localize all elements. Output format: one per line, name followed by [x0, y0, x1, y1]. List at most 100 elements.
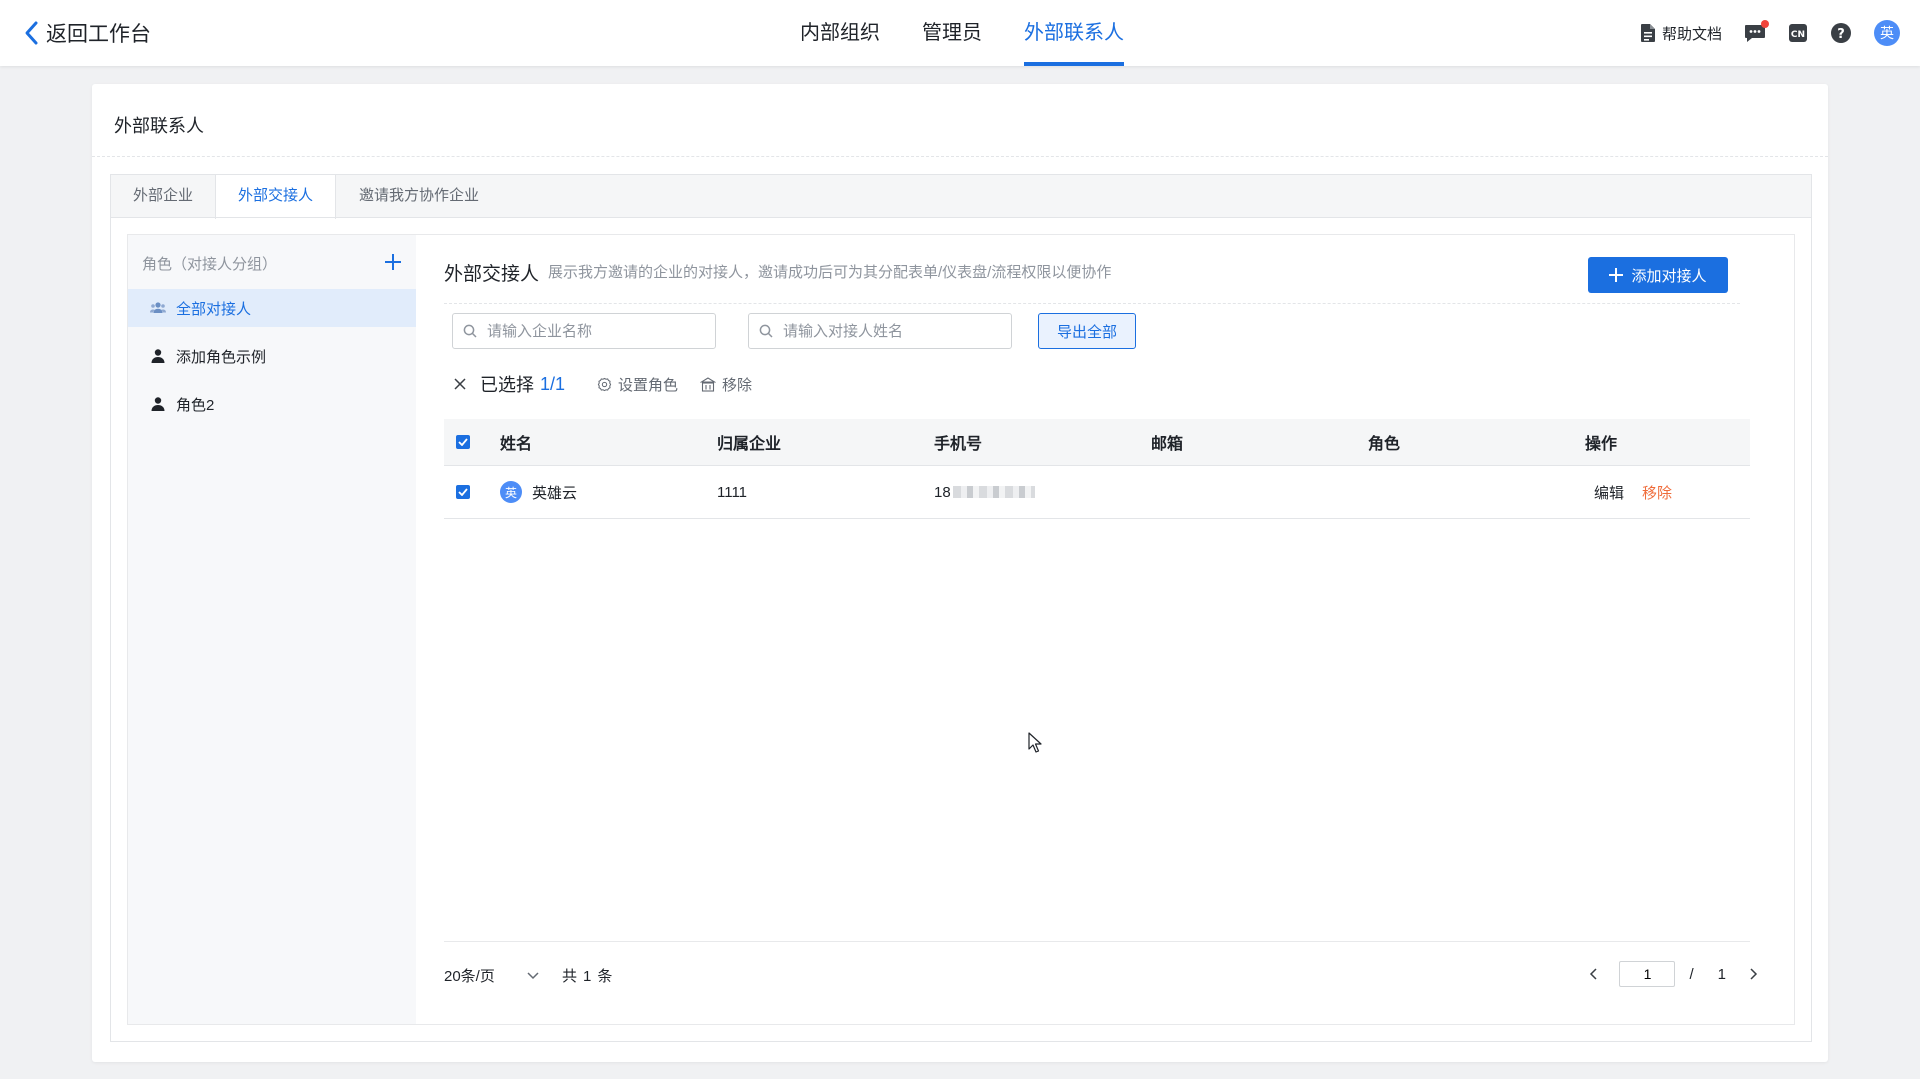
- tab-external-handovers[interactable]: 外部交接人: [215, 175, 337, 219]
- gear-icon: [597, 377, 612, 391]
- plus-icon: [1609, 268, 1624, 282]
- actions-cell: 编辑 移除: [1594, 466, 1672, 518]
- tab-body: 角色（对接人分组） 全部对接人 添加角色示例 角色2 外部交接人 展示我方邀请的…: [110, 217, 1812, 1042]
- chevron-down-icon: [527, 971, 539, 979]
- check-icon: [458, 438, 468, 446]
- column-email[interactable]: 邮箱: [1151, 419, 1183, 465]
- tab-external-companies[interactable]: 外部企业: [111, 175, 215, 217]
- selected-label: 已选择: [480, 375, 534, 395]
- help-doc-label: 帮助文档: [1661, 25, 1722, 43]
- back-label: 返回工作台: [46, 23, 151, 46]
- phone-masked: [952, 486, 1035, 498]
- chevron-left-icon: [25, 21, 38, 45]
- avatar: 英: [500, 481, 522, 503]
- selection-bar: 已选择 1/1 设置角色 移除: [454, 371, 752, 397]
- clear-selection-button[interactable]: [454, 378, 466, 390]
- prev-page-button[interactable]: [1583, 957, 1603, 991]
- main-card: 外部联系人 外部企业 外部交接人 邀请我方协作企业 角色（对接人分组） 全部对接…: [92, 84, 1828, 1062]
- help-doc-button[interactable]: 帮助文档: [1640, 23, 1722, 44]
- name-cell: 英 英雄云: [500, 466, 577, 518]
- section-description: 展示我方邀请的企业的对接人，邀请成功后可为其分配表单/仪表盘/流程权限以便协作: [548, 264, 1112, 281]
- top-bar: 返回工作台 内部组织 管理员 外部联系人 帮助文档 CN ? 英: [0, 0, 1920, 66]
- column-company[interactable]: 归属企业: [717, 419, 781, 465]
- phone-cell: 18: [934, 466, 1035, 518]
- add-role-plus-icon[interactable]: [383, 247, 403, 275]
- total-pages: 1: [1717, 965, 1726, 983]
- mouse-cursor-icon: [1028, 732, 1042, 753]
- notification-dot: [1761, 20, 1769, 28]
- contacts-content: 外部交接人 展示我方邀请的企业的对接人，邀请成功后可为其分配表单/仪表盘/流程权…: [444, 235, 1764, 1024]
- back-to-workbench-link[interactable]: 返回工作台: [24, 18, 151, 48]
- contact-search-box: [748, 313, 1012, 349]
- page-number-input[interactable]: [1619, 961, 1676, 987]
- row-checkbox[interactable]: [456, 485, 470, 499]
- column-role[interactable]: 角色: [1368, 419, 1400, 465]
- bulk-remove-label: 移除: [722, 376, 753, 394]
- remove-link[interactable]: 移除: [1642, 482, 1672, 503]
- nav-admins[interactable]: 管理员: [922, 0, 982, 66]
- sidebar-item-role2[interactable]: 角色2: [128, 385, 416, 423]
- page-size-select[interactable]: 20条/页: [444, 965, 539, 986]
- language-switch[interactable]: CN: [1788, 23, 1808, 43]
- tab-invite-partners[interactable]: 邀请我方协作企业: [337, 175, 501, 217]
- search-icon: [759, 324, 773, 338]
- column-name[interactable]: 姓名: [500, 419, 532, 465]
- bulk-remove-button[interactable]: 移除: [700, 374, 752, 395]
- user-icon: [151, 397, 165, 411]
- title-divider: [92, 156, 1828, 157]
- messages-button[interactable]: [1744, 20, 1769, 43]
- main-nav: 内部组织 管理员 外部联系人: [800, 0, 1166, 66]
- nav-external-contacts[interactable]: 外部联系人: [1024, 0, 1124, 66]
- chevron-left-icon: [1590, 968, 1598, 980]
- company-search-input[interactable]: [485, 321, 689, 341]
- page-title: 外部联系人: [114, 116, 204, 136]
- top-tools: 帮助文档 CN ? 英: [1618, 0, 1900, 66]
- group-icon: [150, 302, 166, 313]
- search-icon: [463, 324, 477, 338]
- page-size-value: 20条/页: [444, 968, 495, 985]
- table-header: 姓名 归属企业 手机号 邮箱 角色 操作: [444, 419, 1750, 466]
- section-title: 外部交接人: [444, 264, 540, 285]
- next-page-button[interactable]: [1744, 957, 1764, 991]
- sidebar-header: 角色（对接人分组）: [142, 256, 278, 273]
- svg-text:?: ?: [1837, 27, 1845, 42]
- page-separator: /: [1689, 965, 1694, 983]
- column-phone[interactable]: 手机号: [934, 419, 982, 465]
- edit-link[interactable]: 编辑: [1594, 482, 1624, 503]
- cn-language-icon: CN: [1789, 24, 1807, 42]
- set-role-label: 设置角色: [618, 376, 679, 394]
- total-number: 1: [583, 968, 592, 985]
- phone-prefix: 18: [934, 483, 951, 501]
- contact-name: 英雄云: [532, 484, 578, 502]
- sidebar-item-add-role-example[interactable]: 添加角色示例: [128, 337, 416, 375]
- add-contact-label: 添加对接人: [1631, 267, 1707, 285]
- total-prefix: 共: [562, 968, 578, 985]
- total-suffix: 条: [597, 968, 613, 985]
- chevron-right-icon: [1750, 968, 1758, 980]
- company-cell: 1111: [717, 483, 748, 501]
- contact-search-input[interactable]: [781, 321, 985, 341]
- select-all-checkbox[interactable]: [456, 435, 470, 449]
- avatar: 英: [1874, 20, 1900, 46]
- select-all-checkbox-cell: [456, 419, 470, 465]
- table-row: 英 英雄云 1111 18 编辑 移除: [444, 466, 1750, 519]
- close-icon: [454, 378, 466, 390]
- user-icon: [151, 349, 165, 363]
- help-button[interactable]: ?: [1830, 22, 1852, 44]
- nav-internal-org[interactable]: 内部组织: [800, 0, 880, 66]
- role-sidebar: 角色（对接人分组） 全部对接人 添加角色示例 角色2: [128, 235, 416, 1024]
- total-count: 共1条: [562, 965, 612, 986]
- pagination: / 1: [1583, 957, 1764, 991]
- set-role-button[interactable]: 设置角色: [597, 374, 678, 395]
- row-checkbox-cell: [456, 466, 470, 518]
- add-contact-button[interactable]: 添加对接人: [1588, 257, 1728, 293]
- document-icon: [1640, 24, 1655, 42]
- export-all-button[interactable]: 导出全部: [1038, 313, 1136, 349]
- trash-icon: [700, 376, 717, 392]
- sidebar-item-all-contacts[interactable]: 全部对接人: [128, 289, 416, 327]
- user-avatar-button[interactable]: 英: [1874, 20, 1900, 46]
- sidebar-item-label: 添加角色示例: [176, 348, 267, 366]
- svg-text:CN: CN: [1791, 30, 1805, 40]
- sidebar-item-label: 角色2: [176, 396, 215, 414]
- check-icon: [458, 488, 468, 496]
